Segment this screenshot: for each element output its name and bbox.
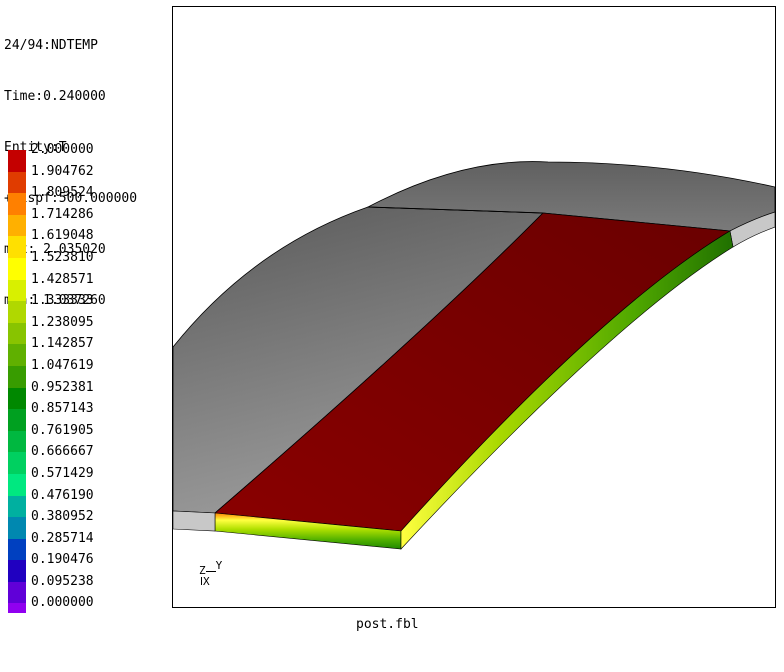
legend-swatch <box>8 409 26 432</box>
legend-swatch <box>8 560 26 583</box>
model-render[interactable] <box>173 7 775 607</box>
legend-label: 1.904762 <box>31 163 94 179</box>
legend-swatch <box>8 452 26 475</box>
legend-swatch <box>8 344 26 367</box>
legend-swatch <box>8 473 26 496</box>
legend-label: 1.047619 <box>31 357 94 373</box>
legend-swatch <box>8 365 26 388</box>
legend-label: 0.857143 <box>31 401 94 417</box>
legend-swatch <box>8 279 26 302</box>
legend-swatch <box>8 257 26 280</box>
legend-swatch <box>8 150 26 172</box>
legend-label: 0.190476 <box>31 552 94 568</box>
legend-label: 0.952381 <box>31 379 94 395</box>
legend-label: 0.380952 <box>31 509 94 525</box>
legend-swatch <box>8 387 26 410</box>
legend-label: 0.095238 <box>31 573 94 589</box>
legend-label: 0.761905 <box>31 422 94 438</box>
legend-swatch <box>8 236 26 259</box>
legend-label: 0.476190 <box>31 487 94 503</box>
legend-label: 1.428571 <box>31 271 94 287</box>
legend-swatch <box>8 538 26 561</box>
triad-x-label: X <box>203 575 210 588</box>
file-name: post.fbl <box>356 617 419 632</box>
legend-label: 2.000000 <box>31 142 94 157</box>
legend-label: 1.523810 <box>31 249 94 265</box>
legend-label: 1.142857 <box>31 336 94 352</box>
model-viewport[interactable]: ZY X <box>172 6 776 608</box>
legend-swatch <box>8 214 26 237</box>
step-line: 24/94:NDTEMP <box>4 38 98 53</box>
time-line: Time:0.240000 <box>4 89 106 104</box>
shell-left-edge <box>173 510 216 532</box>
legend-swatch <box>8 193 26 216</box>
legend-swatch <box>8 517 26 540</box>
legend-label: 1.714286 <box>31 206 94 222</box>
legend-label: 1.619048 <box>31 228 94 244</box>
legend-swatch <box>8 430 26 453</box>
legend-swatch <box>8 171 26 194</box>
legend-swatch <box>8 322 26 345</box>
legend-swatch <box>8 495 26 518</box>
triad-y-axis-icon <box>205 570 216 572</box>
legend-label: 1.333333 <box>31 293 94 309</box>
legend-swatch <box>8 603 26 614</box>
triad-y-label: Y <box>215 559 223 572</box>
legend-label: 1.238095 <box>31 314 94 330</box>
legend-swatch <box>8 581 26 604</box>
legend-label: 0.571429 <box>31 465 94 481</box>
legend-label: 0.285714 <box>31 530 94 546</box>
legend-label: 0.000000 <box>31 595 94 611</box>
legend-label: 1.809524 <box>31 185 94 201</box>
legend-swatch <box>8 301 26 324</box>
axis-triad: ZY X <box>199 560 222 588</box>
legend-label: 0.666667 <box>31 444 94 460</box>
